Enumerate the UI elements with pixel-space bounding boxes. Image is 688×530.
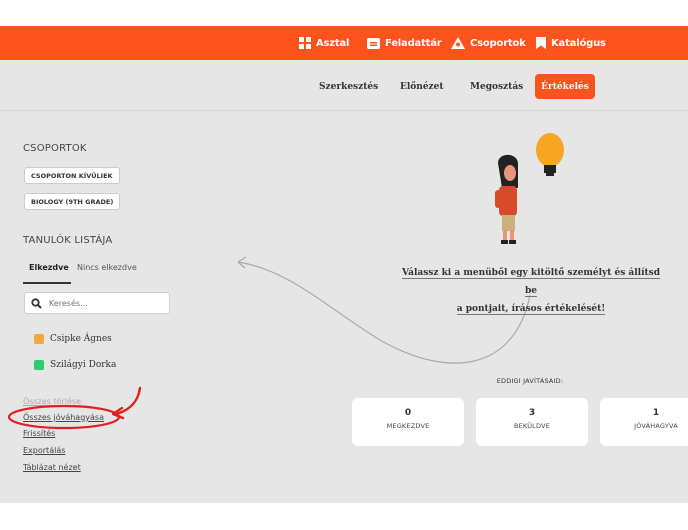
stat-card-approved: 1 JÓVÁHAGYVA	[600, 398, 688, 446]
top-navigation-bar: Asztal Feladattár Csoportok Katalógus	[0, 26, 688, 60]
annotation-overlay	[7, 386, 142, 430]
highlight-ellipse	[7, 404, 121, 430]
tab-elonezet[interactable]: Előnézet	[400, 74, 444, 99]
stat-label: JÓVÁHAGYVA	[634, 422, 678, 430]
bookmark-icon	[536, 37, 546, 49]
lightbulb-icon	[536, 133, 564, 176]
tab-started[interactable]: Elkezdve	[29, 263, 69, 272]
tab-not-started[interactable]: Nincs elkezdve	[77, 263, 137, 272]
stat-label: MEGKEZDVE	[386, 422, 430, 430]
table-view-link[interactable]: Táblázat nézet	[23, 463, 81, 472]
stat-card-started: 0 MEGKEZDVE	[352, 398, 464, 446]
student-name: Csipke Ágnes	[50, 334, 112, 344]
prompt-line-1: Válassz ki a menüből egy kitöltő személy…	[401, 268, 661, 297]
group-chip-biology[interactable]: BIOLOGY (9TH GRADE)	[24, 193, 121, 210]
dashboard-icon	[299, 37, 311, 49]
stat-value: 0	[404, 408, 412, 418]
nav-item-label: Katalógus	[551, 37, 606, 49]
sub-navigation-bar: Szerkesztés Előnézet Megosztás Értékelés	[0, 60, 688, 111]
stats-heading: EDDIGI JAVÍTÁSAID:	[496, 377, 564, 385]
student-item[interactable]: Szilágyi Dorka	[34, 360, 116, 370]
students-heading: TANULÓK LISTÁJA	[23, 235, 113, 246]
nav-item-csoportok[interactable]: Csoportok	[451, 26, 526, 60]
stat-value: 1	[652, 408, 660, 418]
status-square	[34, 360, 44, 370]
stat-card-submitted: 3 BEKÜLDVE	[476, 398, 588, 446]
search-icon	[31, 294, 42, 313]
teacher-illustration	[495, 133, 564, 244]
group-chip-outside[interactable]: CSOPORTON KÍVÜLIEK	[24, 167, 120, 184]
instruction-prompt: Válassz ki a menüből egy kitöltő személy…	[395, 264, 667, 318]
tab-szerkesztes[interactable]: Szerkesztés	[319, 74, 378, 99]
groups-icon	[451, 37, 465, 49]
status-square	[34, 334, 44, 344]
groups-heading: CSOPORTOK	[23, 143, 87, 154]
prompt-line-2: a pontjait, írásos értékelését!	[456, 304, 606, 315]
person-icon	[495, 154, 518, 244]
nav-item-label: Asztal	[316, 37, 350, 49]
task-bank-icon	[367, 37, 380, 49]
nav-item-asztal[interactable]: Asztal	[299, 26, 349, 60]
stat-value: 3	[528, 408, 536, 418]
stat-label: BEKÜLDVE	[513, 422, 551, 430]
active-tab-underline	[23, 282, 71, 284]
tab-megosztas[interactable]: Megosztás	[470, 74, 523, 99]
nav-item-katalogus[interactable]: Katalógus	[536, 26, 606, 60]
student-item[interactable]: Csipke Ágnes	[34, 334, 112, 344]
student-name: Szilágyi Dorka	[50, 360, 117, 370]
search-field[interactable]	[24, 292, 170, 314]
search-input[interactable]	[47, 297, 161, 309]
nav-item-label: Csoportok	[470, 37, 526, 49]
nav-item-label: Feladattár	[385, 37, 442, 49]
export-link[interactable]: Exportálás	[23, 446, 65, 455]
tab-ertekeles[interactable]: Értékelés	[535, 74, 595, 99]
nav-item-feladattar[interactable]: Feladattár	[367, 26, 442, 60]
